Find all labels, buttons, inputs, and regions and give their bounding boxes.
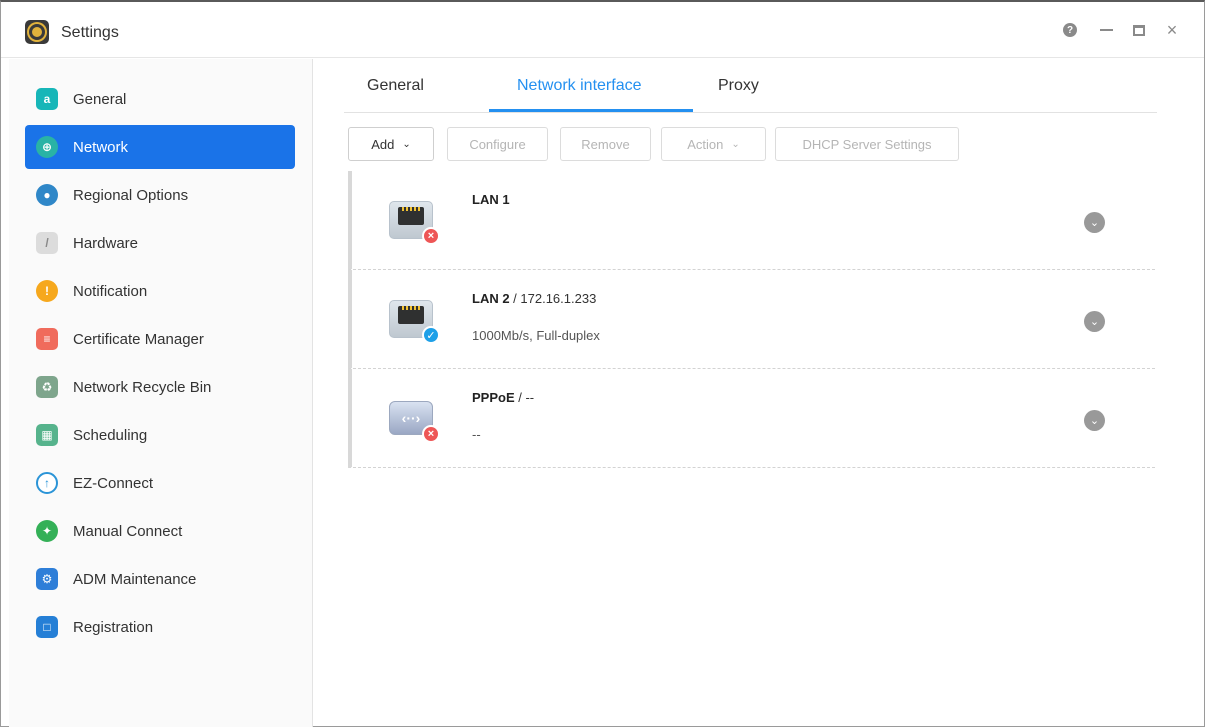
help-button[interactable]: ? xyxy=(1062,22,1078,38)
sidebar-item-network[interactable]: ⊕ Network xyxy=(25,125,295,169)
sidebar-item-general[interactable]: a General xyxy=(25,77,295,121)
general-icon: a xyxy=(36,88,58,110)
network-sphere-icon: ✦ xyxy=(36,520,58,542)
sidebar-item-manual-connect[interactable]: ✦ Manual Connect xyxy=(25,509,295,553)
network-interface-pppoe[interactable]: ‹··› × PPPoE / -- -- ⌄ xyxy=(348,369,1155,468)
ethernet-port-icon: ✓ xyxy=(389,298,440,344)
sidebar-item-adm-maintenance[interactable]: ⚙ ADM Maintenance xyxy=(25,557,295,601)
settings-window: Settings ? × a General ⊕ Network ● Regio… xyxy=(0,0,1205,727)
maintenance-icon: ⚙ xyxy=(36,568,58,590)
main-panel: General Network interface Proxy Add ⌄ Co… xyxy=(314,59,1203,725)
globe-icon: ⊕ xyxy=(36,136,58,158)
action-button[interactable]: Action ⌄ xyxy=(661,127,766,161)
active-tab-indicator xyxy=(489,109,693,112)
sidebar-item-label: General xyxy=(73,90,127,108)
sidebar-item-certificate-manager[interactable]: ≡ Certificate Manager xyxy=(25,317,295,361)
interface-detail: 1000Mb/s, Full-duplex xyxy=(472,328,600,343)
sidebar-item-network-recycle-bin[interactable]: ♻ Network Recycle Bin xyxy=(25,365,295,409)
network-interface-list: × LAN 1 ⌄ ✓ LAN 2 / 172.16.1.233 1000Mb/… xyxy=(348,171,1155,468)
sidebar-item-registration[interactable]: □ Registration xyxy=(25,605,295,649)
interface-detail: -- xyxy=(472,427,481,442)
interface-name: LAN 2 / 172.16.1.233 xyxy=(472,291,597,306)
chevron-down-icon: ⌄ xyxy=(731,138,740,150)
cloud-upload-icon: ↑ xyxy=(36,472,58,494)
expand-button[interactable]: ⌄ xyxy=(1084,212,1105,233)
sidebar-item-regional-options[interactable]: ● Regional Options xyxy=(25,173,295,217)
tab-proxy[interactable]: Proxy xyxy=(718,77,759,95)
recycle-bin-icon: ♻ xyxy=(36,376,58,398)
sidebar-item-label: ADM Maintenance xyxy=(73,570,197,588)
sidebar-item-scheduling[interactable]: ▦ Scheduling xyxy=(25,413,295,457)
calendar-clock-icon: ▦ xyxy=(36,424,58,446)
sidebar-item-label: Notification xyxy=(73,282,148,300)
disconnected-icon: × xyxy=(422,425,440,443)
sidebar-item-label: Scheduling xyxy=(73,426,148,444)
dhcp-server-settings-button[interactable]: DHCP Server Settings xyxy=(775,127,959,161)
settings-app-icon xyxy=(25,20,49,44)
window-title: Settings xyxy=(61,24,119,41)
add-button[interactable]: Add ⌄ xyxy=(348,127,434,161)
add-label: Add xyxy=(371,136,395,152)
expand-button[interactable]: ⌄ xyxy=(1084,311,1105,332)
network-interface-lan2[interactable]: ✓ LAN 2 / 172.16.1.233 1000Mb/s, Full-du… xyxy=(348,270,1155,369)
sidebar-item-label: Registration xyxy=(73,618,154,636)
disconnected-icon: × xyxy=(422,227,440,245)
sidebar-item-notification[interactable]: ! Notification xyxy=(25,269,295,313)
interface-name: PPPoE / -- xyxy=(472,390,535,405)
wrench-icon: / xyxy=(36,232,58,254)
sidebar: a General ⊕ Network ● Regional Options /… xyxy=(9,59,313,727)
remove-button[interactable]: Remove xyxy=(560,127,651,161)
sidebar-item-hardware[interactable]: / Hardware xyxy=(25,221,295,265)
connected-check-icon: ✓ xyxy=(422,326,440,344)
sidebar-item-label: Manual Connect xyxy=(73,522,183,540)
configure-button[interactable]: Configure xyxy=(447,127,548,161)
sidebar-item-label: Hardware xyxy=(73,234,139,252)
registration-icon: □ xyxy=(36,616,58,638)
maximize-button[interactable] xyxy=(1131,22,1147,38)
expand-button[interactable]: ⌄ xyxy=(1084,410,1105,431)
alert-icon: ! xyxy=(36,280,58,302)
certificate-icon: ≡ xyxy=(36,328,58,350)
tab-bar: General Network interface Proxy xyxy=(344,59,1157,113)
ethernet-port-icon: × xyxy=(389,199,440,245)
chevron-down-icon: ⌄ xyxy=(1089,217,1100,229)
title-bar: Settings ? × xyxy=(1,2,1204,58)
pppoe-icon: ‹··› × xyxy=(389,397,440,443)
sidebar-item-label: EZ-Connect xyxy=(73,474,154,492)
tab-network-interface[interactable]: Network interface xyxy=(517,77,642,95)
action-label: Action xyxy=(687,136,724,152)
chevron-down-icon: ⌄ xyxy=(1089,316,1100,328)
minimize-icon xyxy=(1099,29,1113,31)
interface-name: LAN 1 xyxy=(472,192,510,207)
maximize-icon xyxy=(1133,24,1145,36)
sidebar-item-label: Network xyxy=(73,138,129,156)
network-interface-lan1[interactable]: × LAN 1 ⌄ xyxy=(348,171,1155,270)
sidebar-item-label: Network Recycle Bin xyxy=(73,378,212,396)
sidebar-item-ez-connect[interactable]: ↑ EZ-Connect xyxy=(25,461,295,505)
chevron-down-icon: ⌄ xyxy=(1089,415,1100,427)
chevron-down-icon: ⌄ xyxy=(402,138,411,150)
minimize-button[interactable] xyxy=(1098,22,1114,38)
close-button[interactable]: × xyxy=(1164,20,1180,40)
earth-pin-icon: ● xyxy=(36,184,58,206)
tab-general[interactable]: General xyxy=(367,77,424,95)
help-icon: ? xyxy=(1063,23,1077,37)
sidebar-item-label: Certificate Manager xyxy=(73,330,204,348)
sidebar-item-label: Regional Options xyxy=(73,186,189,204)
